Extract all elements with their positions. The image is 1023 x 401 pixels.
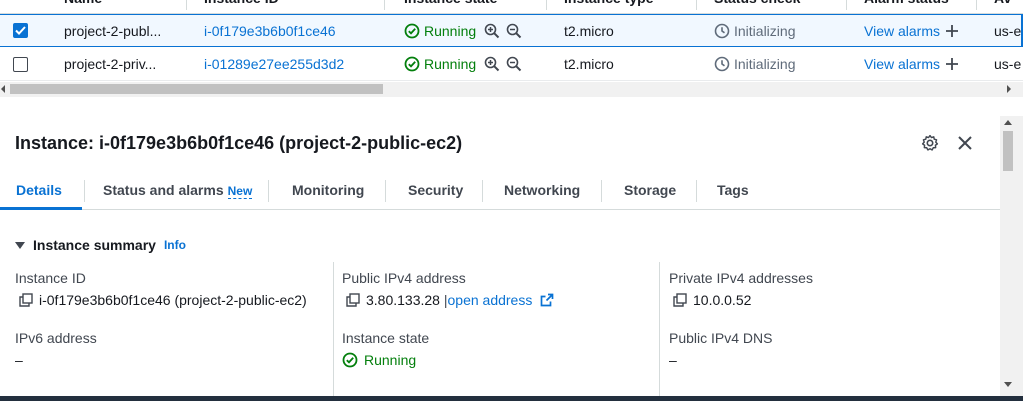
column-divider[interactable]	[186, 0, 187, 10]
status-check-label: Initializing	[734, 56, 796, 72]
status-check: Initializing	[714, 56, 795, 72]
check-circle-icon	[404, 56, 420, 72]
column-divider[interactable]	[976, 0, 977, 10]
info-link[interactable]: Info	[164, 238, 186, 252]
caret-down-icon[interactable]	[15, 241, 25, 249]
instance-id-value: i-0f179e3b6b0f1ce46 (project-2-public-ec…	[19, 292, 307, 308]
tab-security[interactable]: Security	[408, 174, 463, 210]
new-badge: New	[227, 184, 253, 199]
instance-name: project-2-priv...	[64, 56, 157, 72]
private-ipv4-label: Private IPv4 addresses	[669, 270, 813, 286]
external-link-icon[interactable]	[540, 293, 554, 307]
zoom-in-icon[interactable]	[484, 23, 500, 39]
column-header-name[interactable]: Name	[64, 0, 102, 14]
copy-icon[interactable]	[673, 293, 687, 307]
table-header: Name Instance ID Instance state Instance…	[0, 0, 1023, 14]
add-alarm-icon[interactable]	[944, 56, 960, 72]
zoom-out-icon[interactable]	[506, 23, 522, 39]
instance-state-label: Running	[424, 56, 477, 72]
horizontal-scroll-thumb[interactable]	[10, 84, 383, 94]
tab-status-and-alarms-label: Status and alarms	[103, 182, 224, 198]
instance-summary-header[interactable]: Instance summary Info	[15, 237, 186, 253]
instance-state-value: Running	[342, 352, 416, 368]
instance-type: t2.micro	[564, 22, 614, 39]
clock-icon	[714, 23, 730, 38]
instance-type: t2.micro	[564, 56, 614, 72]
checkmark-icon	[15, 26, 26, 35]
public-dns-value: –	[669, 352, 677, 368]
copy-icon[interactable]	[19, 293, 33, 307]
view-alarms-link[interactable]: View alarms	[864, 23, 940, 39]
public-ipv4-label: Public IPv4 address	[342, 270, 466, 286]
section-title: Instance summary	[33, 237, 156, 253]
instance-name: project-2-publ...	[64, 22, 162, 39]
instance-state: Running	[404, 23, 476, 39]
row-checkbox[interactable]	[13, 23, 28, 38]
private-ipv4-value: 10.0.0.52	[673, 292, 751, 308]
availability-zone: us-e	[994, 56, 1022, 72]
tab-monitoring[interactable]: Monitoring	[292, 174, 364, 210]
table-row[interactable]: project-2-priv... i-01289e27ee255d3d2 Ru…	[0, 48, 1023, 81]
bottom-bar	[0, 396, 1023, 401]
instance-id-link[interactable]: i-0f179e3b6b0f1ce46	[204, 15, 336, 46]
tab-storage[interactable]: Storage	[624, 174, 676, 210]
public-dns-label: Public IPv4 DNS	[669, 330, 773, 346]
instance-id-label: Instance ID	[15, 270, 86, 286]
tab-tags[interactable]: Tags	[717, 174, 749, 210]
column-divider[interactable]	[384, 0, 385, 10]
column-header-instance-type[interactable]: Instance type	[564, 0, 653, 14]
row-checkbox[interactable]	[13, 56, 28, 72]
clock-icon	[714, 56, 730, 72]
copy-icon[interactable]	[346, 293, 360, 307]
check-circle-icon	[342, 352, 358, 368]
column-header-instance-id[interactable]: Instance ID	[204, 0, 279, 14]
vertical-scroll-thumb[interactable]	[1003, 131, 1013, 171]
instance-state-label: Running	[424, 22, 477, 39]
open-address-link[interactable]: open address	[448, 292, 533, 308]
ipv6-label: IPv6 address	[15, 330, 97, 346]
column-divider[interactable]	[696, 0, 697, 10]
instances-table: Name Instance ID Instance state Instance…	[0, 0, 1023, 100]
horizontal-scrollbar[interactable]	[0, 82, 1023, 97]
check-circle-icon	[404, 23, 420, 38]
scroll-down-arrow-icon[interactable]	[1004, 382, 1012, 387]
scroll-right-arrow-icon[interactable]	[1007, 85, 1011, 93]
zoom-out-icon[interactable]	[506, 56, 522, 72]
active-tab-indicator	[0, 207, 82, 210]
close-icon[interactable]	[956, 134, 974, 152]
instance-details-panel: Instance: i-0f179e3b6b0f1ce46 (project-2…	[0, 116, 1000, 401]
column-divider[interactable]	[846, 0, 847, 10]
tab-details[interactable]: Details	[16, 174, 62, 210]
column-header-status-check[interactable]: Status check	[714, 0, 800, 14]
private-ipv4-text: 10.0.0.52	[693, 292, 752, 308]
ipv6-value: –	[15, 352, 23, 368]
zoom-in-icon[interactable]	[484, 56, 500, 72]
instance-state-label: Instance state	[342, 330, 430, 346]
table-row[interactable]: project-2-publ... i-0f179e3b6b0f1ce46 Ru…	[0, 14, 1023, 47]
instance-id-text: i-0f179e3b6b0f1ce46 (project-2-public-ec…	[39, 292, 307, 308]
column-header-availability-zone[interactable]: Av	[994, 0, 1011, 14]
detail-tabs: Details Status and alarms New Monitoring …	[0, 174, 1000, 210]
view-alarms-link[interactable]: View alarms	[864, 56, 940, 72]
tab-status-and-alarms[interactable]: Status and alarms New	[103, 174, 253, 210]
column-header-alarm-status[interactable]: Alarm status	[864, 0, 949, 14]
availability-zone: us-e	[994, 22, 1022, 39]
scroll-left-arrow-icon[interactable]	[1, 85, 5, 93]
instance-id-link[interactable]: i-01289e27ee255d3d2	[204, 48, 344, 80]
instance-state-text: Running	[364, 352, 417, 368]
vertical-scrollbar[interactable]	[1000, 116, 1023, 401]
tab-networking[interactable]: Networking	[504, 174, 580, 210]
public-ipv4-text: 3.80.133.28	[366, 292, 440, 308]
status-check: Initializing	[714, 23, 795, 39]
scroll-up-arrow-icon[interactable]	[1004, 120, 1012, 125]
panel-title: Instance: i-0f179e3b6b0f1ce46 (project-2…	[15, 133, 463, 153]
public-ipv4-value: 3.80.133.28 |open address	[346, 292, 554, 308]
column-header-instance-state[interactable]: Instance state	[404, 0, 497, 14]
column-divider[interactable]	[546, 0, 547, 10]
gear-icon[interactable]	[921, 134, 939, 152]
status-check-label: Initializing	[734, 22, 796, 39]
instance-state: Running	[404, 56, 476, 72]
add-alarm-icon[interactable]	[944, 23, 960, 39]
